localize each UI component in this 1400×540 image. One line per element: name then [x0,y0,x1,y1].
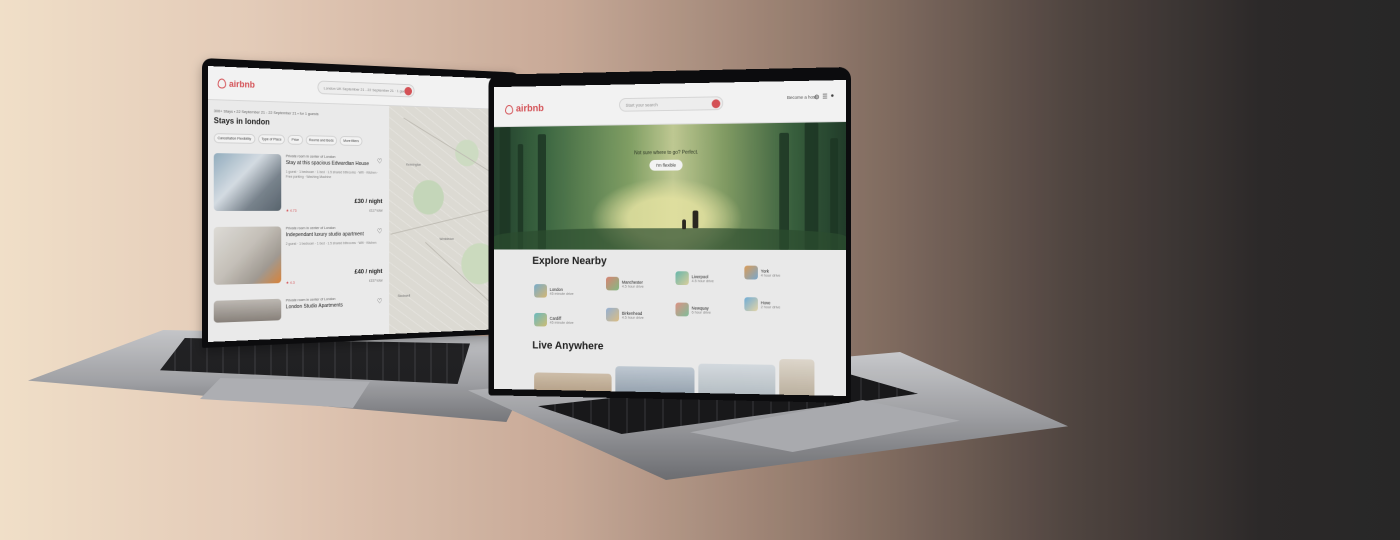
listing-meta: 2 guest · 1 bedroom · 1 bed · 1.5 shared… [285,240,377,246]
listing-name[interactable]: Independant luxury studio apartment [286,231,384,239]
listing-meta: 1 guest · 1 bedroom · 1 bed · 1.5 shared… [285,169,379,180]
filter-price[interactable]: Price [287,134,303,145]
search-input[interactable]: Start your search [619,96,724,112]
home-header: airbnb Start your search Become a host ◍… [494,80,846,128]
flexible-button[interactable]: I'm flexible [649,159,683,171]
live-card[interactable] [615,366,695,396]
hero-text: Not sure where to go? Perfect. [634,149,699,157]
airbnb-logo-icon [505,104,514,115]
listing-price: £40 / night [354,268,383,276]
search-bar[interactable]: London UK September 21 - 22 September 21… [317,80,415,98]
nearby-item[interactable]: Cardiff 45 minute drive [534,312,574,327]
filter-bar: Cancellation Flexibility Type of Place P… [213,133,384,147]
listing-name[interactable]: Stay at this spacious Edwardian House [286,160,384,167]
map-label: Wimbledon [439,237,454,242]
page-title: Stays in london [213,116,270,127]
person-figure [692,210,699,229]
listing-photo[interactable] [213,298,282,323]
map-label: Stockwell [397,293,411,298]
left-laptop-screen: airbnb London UK September 21 - 22 Septe… [208,66,517,342]
listing-price: £30 / night [354,198,383,205]
live-anywhere-title: Live Anywhere [532,339,604,353]
heart-icon[interactable]: ♡ [377,158,382,166]
filter-more[interactable]: More filters [339,135,363,147]
avatar-icon[interactable]: ● [831,93,835,100]
foliage-shape [494,228,846,250]
destination-thumb [606,307,620,322]
map-label: Kennington [406,162,422,167]
globe-icon[interactable]: ◍ [814,93,819,100]
nearby-item[interactable]: Hove 2 hour drive [744,297,780,312]
explore-nearby-grid: London 45 minute drive Manchester 4.5 hour… [534,265,808,341]
destination-thumb [744,297,758,312]
heart-icon[interactable]: ♡ [377,298,382,305]
live-card[interactable] [779,358,815,396]
filter-rooms[interactable]: Rooms and Beds [305,135,338,146]
listing-name[interactable]: London Studio Apartments [286,301,384,311]
listing-photo[interactable] [213,226,282,285]
listing-total: £117 total [369,208,383,213]
destination-thumb [534,312,547,327]
listing-card[interactable]: Private room in center of London Stay at… [213,153,384,215]
listing-subtitle: Private room in center of London [285,226,336,231]
search-icon[interactable] [404,86,413,96]
nearby-item[interactable]: London 45 minute drive [534,284,574,298]
airbnb-logo[interactable]: airbnb [505,103,544,114]
hero-banner: Not sure where to go? Perfect. I'm flexi… [494,122,846,250]
nearby-item[interactable]: Liverpool 4.5 hour drive [675,271,714,286]
become-host-link[interactable]: Become a host [787,95,816,101]
user-menu[interactable]: ◍ ☰ ● [814,93,834,100]
listing-subtitle: Private room in center of London [285,154,336,159]
nearby-item[interactable]: Newquay 6 hour drive [675,302,711,317]
listing-total: £157 total [369,278,383,283]
left-laptop-trackpad [200,378,370,408]
destination-thumb [675,302,689,317]
airbnb-logo[interactable]: airbnb [217,78,255,90]
explore-nearby-title: Explore Nearby [532,255,607,268]
listing-rating: ★ 4.3 [285,280,295,285]
destination-thumb [534,284,547,298]
tree-shape [499,126,511,250]
filter-cancellation[interactable]: Cancellation Flexibility [213,133,255,144]
listing-card[interactable]: Private room in center of London London … [213,296,384,323]
destination-thumb [606,276,620,291]
right-laptop-screen: airbnb Start your search Become a host ◍… [494,80,846,396]
child-figure [682,219,686,230]
live-card[interactable] [698,363,776,396]
nearby-item[interactable]: Manchester 4.5 hour drive [606,276,644,291]
map-road [425,241,495,307]
filter-type-of-place[interactable]: Type of Place [257,134,286,145]
listing-results: 300+ Stays • 22 September 21 - 22 Septem… [208,100,389,342]
heart-icon[interactable]: ♡ [377,228,382,236]
nearby-item[interactable]: York 4 hour drive [744,265,780,280]
live-anywhere-row [534,358,815,396]
search-icon[interactable] [711,99,721,109]
listing-card[interactable]: Private room in center of London Indepen… [213,226,384,289]
listing-rating: ★ 4.73 [285,208,297,213]
nearby-item[interactable]: Birkenhead 4.5 hour drive [606,307,644,322]
destination-thumb [675,271,689,286]
destination-thumb [744,265,758,280]
menu-icon[interactable]: ☰ [822,93,827,100]
listing-photo[interactable] [213,153,282,211]
airbnb-logo-icon [217,78,227,89]
